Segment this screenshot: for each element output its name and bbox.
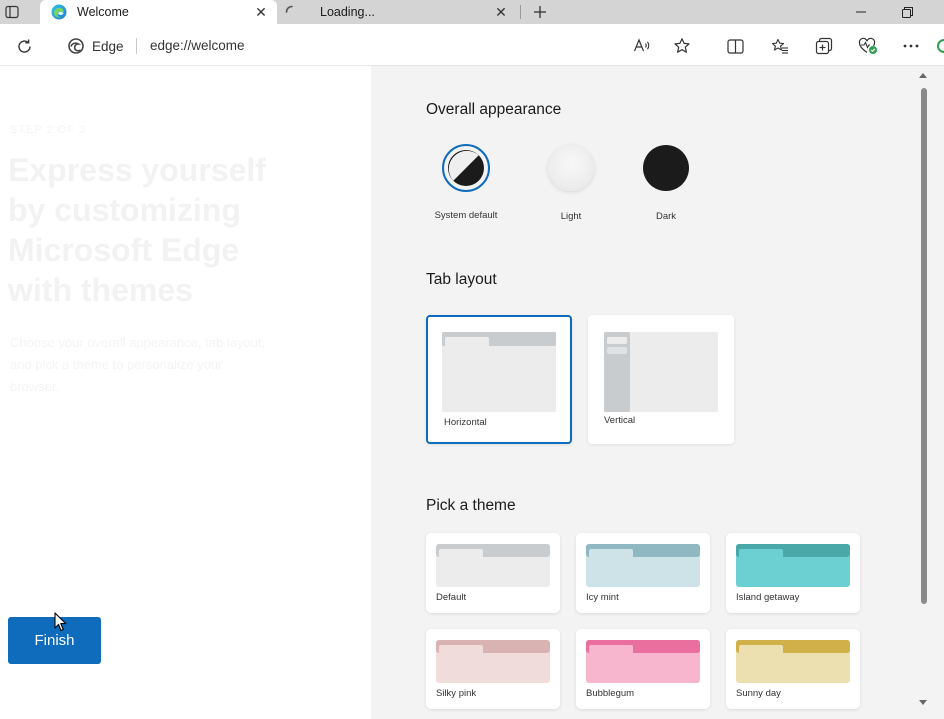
tab-title: Loading... [320, 5, 375, 19]
favorites-button[interactable] [767, 33, 793, 59]
address-bar[interactable]: Edge edge://welcome [54, 31, 706, 61]
horizontal-layout-preview [442, 332, 556, 412]
close-tab-icon[interactable]: ✕ [253, 4, 269, 20]
tab-title: Welcome [77, 5, 129, 19]
theme-option-silky-pink[interactable]: Silky pink [426, 629, 560, 709]
site-label: Edge [92, 38, 124, 54]
edge-logo-icon [51, 4, 67, 20]
collections-button[interactable] [811, 33, 837, 59]
vertical-layout-preview [604, 332, 718, 412]
refresh-icon [17, 39, 31, 53]
theme-option-label: Island getaway [736, 592, 800, 603]
toolbar: Edge edge://welcome [0, 24, 944, 66]
theme-preview [586, 640, 700, 683]
tab-loading[interactable]: Loading... ✕ [280, 0, 517, 24]
scroll-up-arrow-icon[interactable] [919, 72, 927, 78]
tab-layout-label: Horizontal [444, 417, 487, 428]
theme-option-island-getaway[interactable]: Island getaway [726, 533, 860, 613]
favorites-list-icon [771, 38, 788, 54]
appearance-option-label: Light [560, 211, 582, 222]
light-swatch [548, 145, 594, 191]
theme-preview [436, 544, 550, 587]
page-scrollbar[interactable] [916, 66, 930, 719]
more-dots-icon [903, 44, 919, 48]
appearance-section-title: Overall appearance [426, 101, 562, 118]
appearance-option-label: Dark [655, 211, 677, 222]
half-dark-circle-icon [448, 150, 484, 186]
star-icon [674, 38, 690, 53]
favorite-star-button[interactable] [670, 34, 694, 58]
tab-layout-horizontal[interactable]: Horizontal [426, 315, 572, 444]
tab-welcome[interactable]: Welcome ✕ [40, 0, 277, 24]
read-aloud-icon [633, 38, 650, 52]
system-default-swatch [442, 144, 490, 192]
tab-separator [520, 5, 521, 19]
appearance-option-light[interactable]: Light [526, 144, 616, 222]
theme-preview [736, 640, 850, 683]
edge-page-icon [68, 38, 84, 54]
tab-actions-icon [5, 5, 19, 19]
theme-option-label: Silky pink [436, 688, 477, 699]
welcome-heading: Express yourself by customizing Microsof… [8, 152, 266, 308]
url-text[interactable]: edge://welcome [150, 38, 245, 53]
read-aloud-button[interactable] [630, 34, 654, 58]
plus-icon [534, 6, 546, 18]
tab-actions-button[interactable] [0, 0, 24, 24]
tab-strip: Welcome ✕ Loading... ✕ [0, 0, 944, 24]
theme-option-default[interactable]: Default [426, 533, 560, 613]
customization-pane: Overall appearance System default Light … [371, 66, 944, 719]
tab-layout-label: Vertical [604, 415, 636, 426]
settings-more-button[interactable] [898, 33, 924, 59]
mouse-cursor-icon [54, 612, 67, 632]
theme-option-bubblegum[interactable]: Bubblegum [576, 629, 710, 709]
theme-option-label: Bubblegum [586, 688, 635, 699]
dark-swatch [643, 145, 689, 191]
copilot-icon [937, 39, 944, 53]
collections-icon [815, 37, 833, 55]
theme-option-label: Sunny day [736, 688, 781, 699]
close-tab-icon[interactable]: ✕ [493, 4, 509, 20]
heart-pulse-icon [858, 37, 877, 54]
restore-button[interactable] [884, 0, 930, 24]
restore-icon [901, 6, 913, 18]
appearance-option-system-default[interactable]: System default [421, 144, 511, 221]
site-identity[interactable]: Edge [68, 38, 124, 54]
split-screen-icon [726, 38, 744, 54]
browser-essentials-button[interactable] [855, 33, 881, 59]
theme-option-label: Default [436, 592, 467, 603]
tab-layout-section-title: Tab layout [426, 271, 497, 288]
browser-window: Welcome ✕ Loading... ✕ Edge edge://welco… [0, 0, 944, 719]
split-screen-button[interactable] [722, 33, 748, 59]
step-indicator: STEP 2 OF 3 [10, 124, 87, 136]
theme-section-title: Pick a theme [426, 497, 516, 514]
appearance-option-label: System default [434, 210, 498, 221]
appearance-option-dark[interactable]: Dark [621, 144, 711, 222]
scroll-thumb[interactable] [921, 88, 927, 604]
theme-option-sunny-day[interactable]: Sunny day [726, 629, 860, 709]
theme-preview [586, 544, 700, 587]
theme-preview [736, 544, 850, 587]
theme-option-label: Icy mint [586, 592, 619, 603]
theme-option-icy-mint[interactable]: Icy mint [576, 533, 710, 613]
refresh-button[interactable] [11, 33, 37, 59]
tab-layout-vertical[interactable]: Vertical [588, 315, 734, 444]
copilot-button[interactable] [936, 33, 944, 59]
loading-spinner-icon [284, 4, 300, 20]
new-tab-button[interactable] [528, 0, 552, 24]
welcome-description: Choose your overall appearance, tab layo… [10, 335, 266, 394]
minimize-button[interactable] [838, 0, 884, 24]
minimize-icon [856, 11, 866, 13]
welcome-pane: STEP 2 OF 3 Express yourself by customiz… [0, 66, 371, 719]
address-separator [136, 38, 137, 54]
theme-preview [436, 640, 550, 683]
scroll-down-arrow-icon[interactable] [919, 700, 927, 706]
